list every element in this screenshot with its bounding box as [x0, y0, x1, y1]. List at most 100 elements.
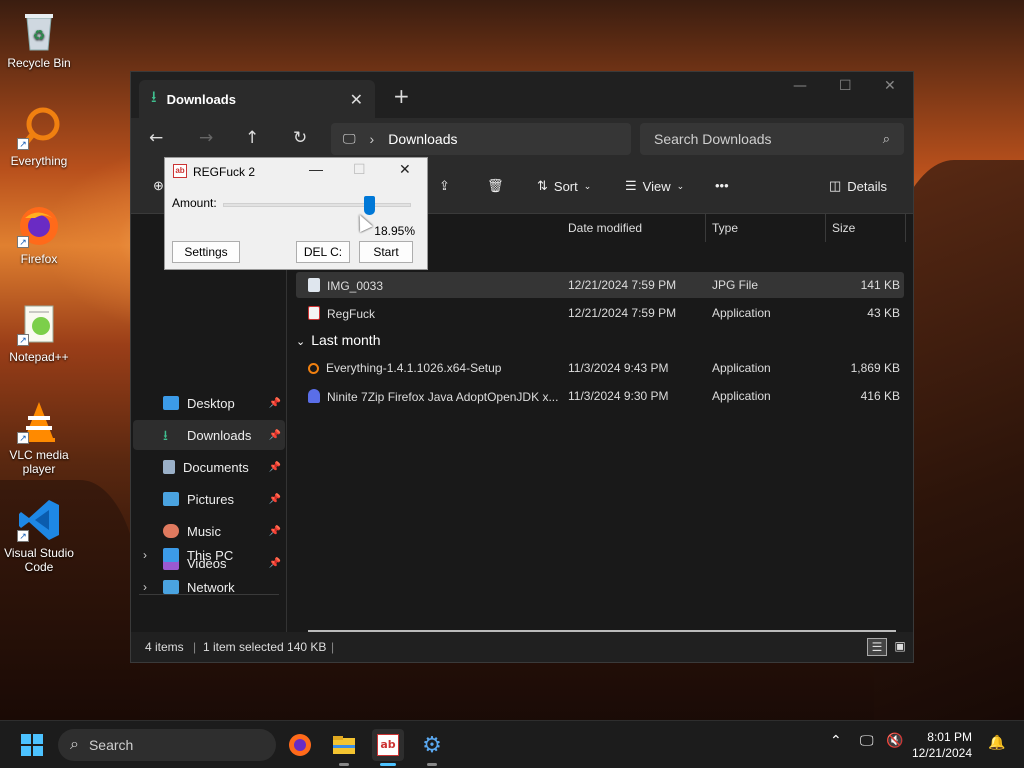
nav-item-pictures[interactable]: Pictures 📌	[133, 484, 285, 514]
file-name-cell: Everything-1.4.1.1026.x64-Setup	[308, 361, 501, 375]
dialog-title: REGFuck 2	[193, 165, 256, 179]
vscode-icon: ↗	[17, 498, 61, 542]
breadcrumb-current[interactable]: Downloads	[388, 131, 457, 147]
amount-percent: 18.95%	[374, 224, 415, 238]
everything-setup-icon	[308, 363, 319, 374]
desktop-icon-vscode[interactable]: ↗ Visual Studio Code	[0, 498, 78, 574]
sort-button[interactable]: ⇅ Sort ⌄	[537, 178, 591, 194]
minimize-icon[interactable]: —	[309, 161, 323, 177]
notification-bell-icon[interactable]: 🔔	[988, 735, 1005, 751]
column-header-size[interactable]: Size	[826, 214, 906, 242]
amount-slider-track[interactable]	[223, 203, 411, 207]
minimize-icon[interactable]: —	[793, 78, 807, 94]
nav-item-this-pc[interactable]: › This PC	[133, 540, 285, 570]
nav-item-network[interactable]: › Network	[133, 572, 285, 602]
close-tab-icon[interactable]: ✕	[350, 90, 363, 109]
start-button[interactable]: Start	[359, 241, 413, 263]
desktop-icon-notepad-plus-plus[interactable]: ↗ Notepad++	[0, 302, 78, 364]
close-window-icon[interactable]: ✕	[884, 78, 896, 94]
desktop-folder-icon	[163, 396, 179, 410]
taskbar-settings[interactable]: ⚙	[416, 729, 448, 766]
group-header-last-month[interactable]: ⌄ Last month	[296, 332, 380, 348]
volume-muted-icon[interactable]: 🔇	[886, 733, 903, 749]
maximize-icon[interactable]: ☐	[839, 78, 852, 94]
network-status-icon[interactable]: 🖵	[860, 733, 874, 749]
nav-item-documents[interactable]: Documents 📌	[133, 452, 285, 482]
column-header-type[interactable]: Type	[706, 214, 826, 242]
view-button[interactable]: ☰ View ⌄	[625, 178, 684, 194]
details-pane-icon: ◫	[829, 178, 842, 193]
details-label: Details	[847, 178, 888, 194]
system-clock[interactable]: 8:01 PM 12/21/2024	[912, 729, 972, 761]
desktop-icon-label: Everything	[10, 154, 68, 168]
running-indicator	[339, 763, 349, 766]
settings-button[interactable]: Settings	[172, 241, 240, 263]
regfuck-dialog: ab REGFuck 2 — ☐ ✕ Amount: 18.95% Settin…	[164, 157, 428, 270]
forward-icon[interactable]: →	[199, 128, 213, 148]
back-icon[interactable]: ←	[149, 128, 163, 148]
music-folder-icon	[163, 524, 179, 538]
expand-chevron-icon[interactable]: ›	[143, 548, 147, 562]
file-date: 11/3/2024 9:30 PM	[568, 389, 669, 403]
ninite-icon	[308, 389, 320, 403]
search-box[interactable]: Search Downloads ⌕	[640, 123, 904, 155]
start-button[interactable]	[16, 729, 48, 761]
nav-item-downloads[interactable]: ⭳ Downloads 📌	[133, 420, 285, 450]
details-view-icon[interactable]: ☰	[867, 638, 887, 656]
desktop-icon-recycle-bin[interactable]: ♻ Recycle Bin	[0, 8, 78, 70]
file-name: IMG_0033	[327, 279, 384, 293]
pictures-folder-icon	[163, 492, 179, 506]
monitor-icon: 🖵	[343, 131, 356, 146]
view-label: View	[642, 178, 671, 194]
image-file-icon	[308, 278, 320, 292]
file-name: Ninite 7Zip Firefox Java AdoptOpenJDK x.…	[327, 390, 559, 404]
desktop-icon-vlc[interactable]: ↗ VLC media player	[0, 400, 78, 476]
file-name-cell: IMG_0033	[308, 278, 383, 293]
taskbar-file-explorer[interactable]	[328, 729, 360, 766]
address-bar-row: ← → ↑ ↻ 🖵 › Downloads Search Downloads ⌕	[131, 118, 913, 160]
shortcut-arrow-icon: ↗	[17, 334, 29, 346]
firefox-icon: ↗	[17, 204, 61, 248]
file-list: Date modified Type Size IMG_0033 12/21/2…	[288, 214, 913, 632]
desktop-icon-everything[interactable]: ↗ Everything	[0, 106, 78, 168]
file-row[interactable]: Everything-1.4.1.1026.x64-Setup 11/3/202…	[296, 355, 904, 381]
close-icon[interactable]: ✕	[399, 161, 411, 178]
tiles-view-icon[interactable]: ▣	[891, 638, 909, 656]
file-row[interactable]: IMG_0033 12/21/2024 7:59 PM JPG File 141…	[296, 272, 904, 298]
desktop-icon-firefox[interactable]: ↗ Firefox	[0, 204, 78, 266]
expand-chevron-icon[interactable]: ›	[143, 580, 147, 594]
more-options-button[interactable]: •••	[715, 178, 729, 193]
pin-icon: 📌	[268, 525, 281, 537]
gear-icon: ⚙	[422, 732, 442, 758]
nav-item-label: Documents	[183, 459, 249, 475]
file-type: Application	[712, 361, 771, 375]
del-c-button[interactable]: DEL C:	[296, 241, 350, 263]
taskbar-search[interactable]: ⌕ Search	[58, 729, 276, 761]
group-label: Last month	[311, 332, 381, 348]
search-input[interactable]: Search Downloads	[654, 131, 883, 147]
status-separator: |	[193, 640, 197, 654]
file-name: RegFuck	[327, 307, 376, 321]
file-row[interactable]: Ninite 7Zip Firefox Java AdoptOpenJDK x.…	[296, 383, 904, 409]
details-button[interactable]: ◫ Details	[829, 178, 887, 194]
file-row[interactable]: RegFuck 12/21/2024 7:59 PM Application 4…	[296, 300, 904, 326]
tab-title: Downloads	[166, 91, 236, 107]
share-icon[interactable]: ⇪	[439, 178, 450, 194]
taskbar: ⌕ Search ab ⚙ ⌃ 🖵 🔇 8:01 PM 12/21/2024 🔔	[0, 720, 1024, 768]
regfuck-app-icon: ab	[173, 164, 187, 178]
column-header-date[interactable]: Date modified	[562, 214, 706, 242]
new-icon[interactable]: ⊕	[153, 178, 164, 194]
tab-downloads[interactable]: ⭳ Downloads ✕	[139, 80, 375, 118]
taskbar-firefox[interactable]	[284, 729, 316, 761]
file-date: 12/21/2024 7:59 PM	[568, 306, 677, 320]
pin-icon: 📌	[268, 429, 281, 441]
nav-item-desktop[interactable]: Desktop 📌	[133, 388, 285, 418]
running-indicator	[427, 763, 437, 766]
taskbar-regfuck[interactable]: ab	[372, 729, 404, 766]
new-tab-icon[interactable]: +	[393, 84, 410, 108]
up-icon[interactable]: ↑	[245, 128, 259, 148]
address-bar[interactable]: 🖵 › Downloads	[331, 123, 631, 155]
delete-icon[interactable]: 🗑	[487, 178, 504, 194]
chevron-up-icon[interactable]: ⌃	[830, 733, 842, 749]
refresh-icon[interactable]: ↻	[293, 128, 307, 148]
